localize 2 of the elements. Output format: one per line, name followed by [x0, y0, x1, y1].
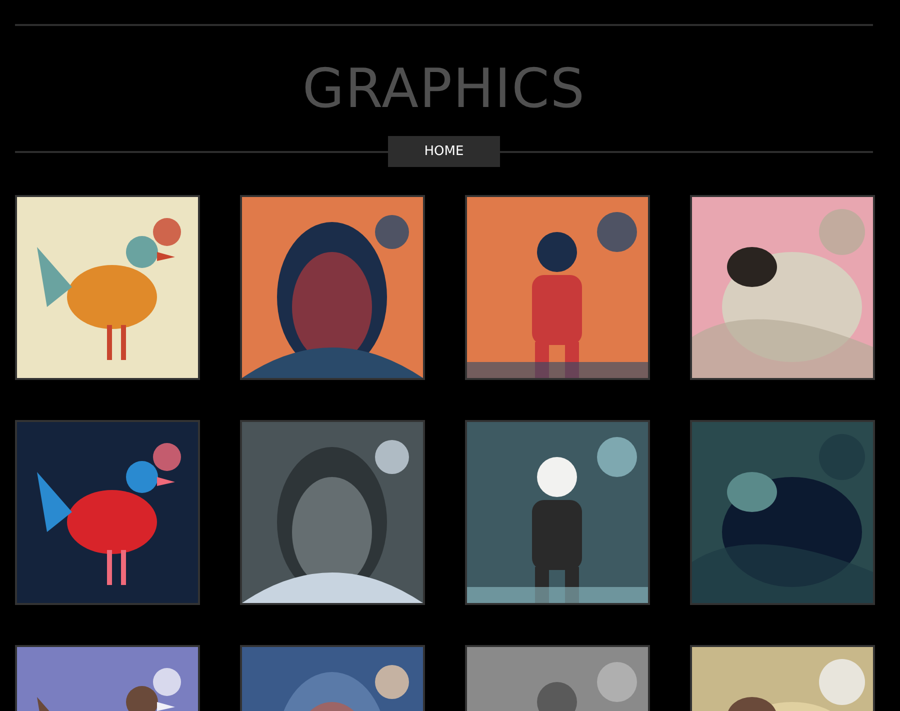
site-title: GRAPHICS: [301, 56, 587, 122]
home-link[interactable]: HOME: [388, 136, 500, 167]
